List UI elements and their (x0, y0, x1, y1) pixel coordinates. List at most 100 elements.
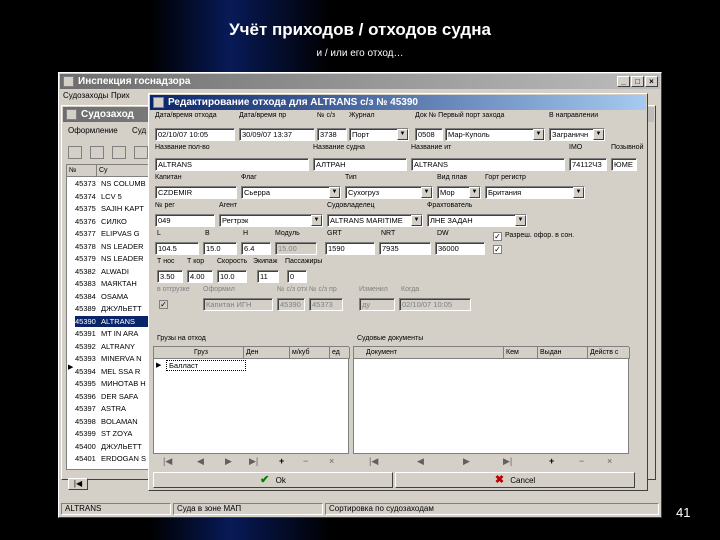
flag-select[interactable]: Сьерра ▼ (241, 186, 341, 199)
last-record-icon[interactable]: ▶| (249, 456, 258, 467)
chevron-down-icon[interactable]: ▼ (411, 215, 422, 226)
docs-col-4[interactable]: Действ с (588, 347, 630, 359)
table-row[interactable]: 45384 OSAMA (75, 291, 153, 302)
cargo-grid[interactable]: Груз Ден м/куб ед ▶ Балласт (153, 346, 350, 454)
table-row[interactable]: 45392 ALTRANY (75, 341, 153, 352)
menu-sud[interactable]: Суд (132, 126, 146, 135)
chevron-down-icon[interactable]: ▼ (593, 129, 604, 140)
chevron-down-icon[interactable]: ▼ (397, 129, 408, 140)
add-record-icon[interactable]: + (279, 456, 284, 466)
captain-input[interactable]: CZDEMIR (155, 186, 237, 199)
minimize-icon[interactable]: _ (617, 76, 630, 87)
table-row[interactable]: 45391 MT IN ARA (75, 328, 153, 339)
next-record-icon[interactable]: ▶ (225, 456, 232, 467)
draft-aft-input[interactable]: 4.00 (187, 270, 213, 283)
cargo-col-2[interactable]: Ден (244, 347, 290, 359)
table-row[interactable]: 45400 ДЖУЛЬЕТТ (75, 441, 153, 452)
delete-record-icon[interactable]: − (303, 456, 308, 466)
table-row[interactable]: 45389 ДЖУЛЬЕТТ (75, 303, 153, 314)
table-row[interactable]: 45383 МАЯКТАН (75, 278, 153, 289)
journal-select[interactable]: Порт ▼ (349, 128, 409, 141)
toolbar-print-icon[interactable] (134, 146, 148, 159)
type-select[interactable]: Сухогруз ▼ (345, 186, 433, 199)
prev-doc-icon[interactable]: ◀ (417, 456, 424, 467)
chevron-down-icon[interactable]: ▼ (533, 129, 544, 140)
cargo-col-4[interactable]: ед (330, 347, 350, 359)
ship-list[interactable]: № Су 45373 NS COLUMB 45374 LCV 5 45375 SAJIH … (66, 164, 153, 470)
table-row[interactable]: 45378 NS LEADER (75, 241, 153, 252)
docs-grid[interactable]: Документ Кем Выдан Действ с (353, 346, 630, 454)
permit-checkbox[interactable]: ✓ (493, 232, 502, 241)
owner-select[interactable]: ALTRANS MARITIME ▼ (327, 214, 423, 227)
menu-sudozahody[interactable]: Судозаходы (63, 91, 108, 100)
dim-b-input[interactable]: 15.0 (203, 242, 237, 255)
in-direction-select[interactable]: Заграничн ▼ (549, 128, 605, 141)
ok-button[interactable]: ✔ Ok (153, 472, 393, 488)
draft-fore-input[interactable]: 3.50 (157, 270, 183, 283)
date-arrival-input[interactable]: 30/09/07 13:37 (239, 128, 315, 141)
chevron-down-icon[interactable]: ▼ (515, 215, 526, 226)
next-doc-icon[interactable]: ▶ (463, 456, 470, 467)
cancel-record-icon[interactable]: × (329, 456, 334, 466)
passengers-input[interactable]: 0 (287, 270, 307, 283)
date-departure-input[interactable]: 02/10/07 10:05 (155, 128, 235, 141)
first-record-icon[interactable]: |◀ (163, 456, 172, 467)
table-row[interactable]: 45398 BOLAMAN (75, 416, 153, 427)
delete-doc-icon[interactable]: − (579, 456, 584, 466)
toolbar-edit-icon[interactable] (90, 146, 104, 159)
nrt-input[interactable]: 7935 (379, 242, 431, 255)
permit-no-input[interactable]: 049 (155, 214, 215, 227)
menu-oformlenie[interactable]: Оформление (68, 126, 118, 135)
add-doc-icon[interactable]: + (549, 456, 554, 466)
crew-input[interactable]: 11 (257, 270, 279, 283)
table-row[interactable]: 45373 NS COLUMB (75, 178, 153, 189)
cancel-button[interactable]: ✖ Cancel (395, 472, 635, 488)
dim-l-input[interactable]: 104.5 (155, 242, 199, 255)
prev-record-icon[interactable]: ◀ (197, 456, 204, 467)
name-ship-input[interactable]: АЛТРАН (313, 158, 407, 171)
close-icon[interactable]: × (645, 76, 658, 87)
toolbar-save-icon[interactable] (112, 146, 126, 159)
cargo-col-1[interactable]: Груз (154, 347, 244, 359)
table-row[interactable]: 45401 ERDOGAN S (75, 453, 153, 464)
grt-input[interactable]: 1590 (325, 242, 375, 255)
first-port-select[interactable]: Мар-Куполь ▼ (445, 128, 545, 141)
menu-prihod[interactable]: Прих (111, 91, 130, 100)
register-select[interactable]: Британия ▼ (485, 186, 585, 199)
first-doc-icon[interactable]: |◀ (369, 456, 378, 467)
table-row[interactable]: 45399 ST ZOYA (75, 428, 153, 439)
agent-select[interactable]: Регтрэк ▼ (219, 214, 323, 227)
docs-col-3[interactable]: Выдан (538, 347, 588, 359)
chevron-down-icon[interactable]: ▼ (469, 187, 480, 198)
list-first-button[interactable]: |◀ (68, 478, 88, 490)
dim-h-input[interactable]: 6.4 (241, 242, 271, 255)
imo-input[interactable]: 74112ЧЗ (569, 158, 607, 171)
table-row[interactable]: 45379 NS LEADER (75, 253, 153, 264)
call-sign-input[interactable]: ЮМЕ (611, 158, 637, 171)
table-row[interactable]: 45393 MINERVA N (75, 353, 153, 364)
docs-col-2[interactable]: Кем (504, 347, 538, 359)
table-row[interactable]: 45394 MEL SSA R (75, 366, 153, 377)
cargo-row[interactable]: Балласт (166, 360, 246, 371)
table-row[interactable]: 45396 DER SAFA (75, 391, 153, 402)
name-rus-input[interactable]: ALTRANS (155, 158, 309, 171)
table-row[interactable]: 45390 ALTRANS (75, 315, 153, 327)
list-header-ship[interactable]: Су (97, 165, 153, 177)
cancel-doc-icon[interactable]: × (607, 456, 612, 466)
table-row[interactable]: 45397 ASTRA (75, 403, 153, 414)
ship-no-input[interactable]: 3738 (317, 128, 347, 141)
cargo-col-3[interactable]: м/куб (290, 347, 330, 359)
table-row[interactable]: 45382 ALWADI (75, 266, 153, 277)
table-row[interactable]: 45395 МИНОТАВ Н (75, 378, 153, 389)
nav-type-select[interactable]: Мор ▼ (437, 186, 481, 199)
permit-checkbox-2[interactable]: ✓ (493, 245, 502, 254)
doc-no-input[interactable]: 0508 (415, 128, 443, 141)
toolbar-binoculars-icon[interactable] (68, 146, 82, 159)
chevron-down-icon[interactable]: ▼ (311, 215, 322, 226)
charterer-select[interactable]: ЛНЕ ЗАДАН ▼ (427, 214, 527, 227)
table-row[interactable]: 45376 СИЛКО (75, 216, 153, 227)
dw-input[interactable]: 36000 (435, 242, 485, 255)
table-row[interactable]: 45375 SAJIH KAPT (75, 203, 153, 214)
docs-col-1[interactable]: Документ (354, 347, 504, 359)
name-other-input[interactable]: ALTRANS (411, 158, 565, 171)
